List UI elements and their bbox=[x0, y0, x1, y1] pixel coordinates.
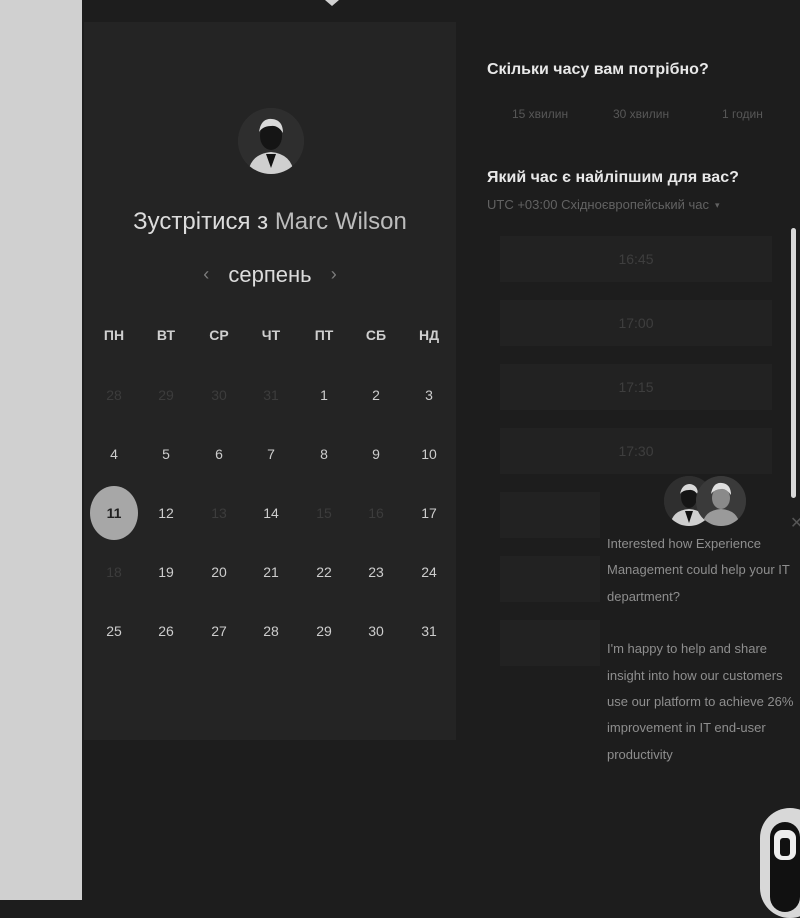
duration-option-15[interactable]: 15 хвилин bbox=[512, 107, 568, 121]
calendar-day[interactable]: 9 bbox=[353, 431, 399, 477]
calendar-day: 31 bbox=[263, 387, 279, 403]
chat-message-line: improvement in IT end-user bbox=[607, 720, 766, 735]
chat-widget-icon-part bbox=[780, 838, 790, 856]
calendar-day[interactable]: 5 bbox=[143, 431, 189, 477]
chat-message-line: use our platform to achieve 26% bbox=[607, 694, 794, 709]
calendar-day[interactable]: 28 bbox=[248, 608, 294, 654]
left-gray-strip bbox=[0, 0, 82, 900]
title-prefix: Зустрітися з bbox=[133, 208, 269, 235]
duration-option-30[interactable]: 30 хвилин bbox=[613, 107, 669, 121]
weekday-header: СР bbox=[209, 327, 229, 343]
chat-message-line: I'm happy to help and share bbox=[607, 641, 768, 656]
host-avatar bbox=[238, 108, 304, 174]
host-name: Marc Wilson bbox=[274, 208, 407, 235]
time-slot[interactable]: 16:45 bbox=[500, 236, 772, 282]
weekday-header: ВТ bbox=[156, 327, 176, 343]
calendar-day[interactable]: 30 bbox=[353, 608, 399, 654]
calendar-day[interactable]: 10 bbox=[406, 431, 452, 477]
calendar-day-selected[interactable]: 11 bbox=[90, 486, 138, 540]
chat-message-line: Management could help your IT bbox=[607, 562, 790, 577]
weekday-header: ПН bbox=[103, 327, 125, 343]
calendar-day[interactable]: 17 bbox=[406, 490, 452, 536]
calendar-day[interactable]: 7 bbox=[248, 431, 294, 477]
calendar-day[interactable]: 14 bbox=[248, 490, 294, 536]
calendar-panel: Зустрітися з Marc Wilson ‹ серпень › ПН … bbox=[84, 22, 456, 740]
month-label: серпень bbox=[228, 262, 312, 287]
top-pointer-decoration bbox=[318, 0, 346, 6]
calendar-day: 28 bbox=[106, 387, 122, 403]
previous-month-button[interactable]: ‹ bbox=[196, 264, 216, 285]
time-slot[interactable] bbox=[500, 556, 600, 602]
calendar-day: 16 bbox=[368, 505, 384, 521]
calendar-day: 30 bbox=[211, 387, 227, 403]
calendar-day[interactable]: 21 bbox=[248, 549, 294, 595]
time-slot[interactable]: 17:15 bbox=[500, 364, 772, 410]
time-slot[interactable] bbox=[500, 620, 600, 666]
calendar-day: 18 bbox=[106, 564, 122, 580]
calendar-day[interactable]: 4 bbox=[91, 431, 137, 477]
duration-option-60[interactable]: 1 годин bbox=[722, 107, 763, 121]
duration-question: Скільки часу вам потрібно? bbox=[487, 61, 709, 78]
time-slot[interactable]: 17:00 bbox=[500, 300, 772, 346]
calendar-day: 13 bbox=[211, 505, 227, 521]
calendar-day[interactable]: 25 bbox=[91, 608, 137, 654]
next-month-button[interactable]: › bbox=[324, 264, 344, 285]
chat-widget-button[interactable] bbox=[760, 808, 800, 918]
calendar-day[interactable]: 29 bbox=[301, 608, 347, 654]
calendar-day[interactable]: 12 bbox=[143, 490, 189, 536]
timezone-select[interactable]: UTC +03:00 Східноєвропейський час ▾ bbox=[487, 197, 720, 212]
calendar-day[interactable]: 19 bbox=[143, 549, 189, 595]
calendar-day[interactable]: 3 bbox=[406, 372, 452, 418]
time-slots-scrollbar[interactable] bbox=[791, 228, 796, 498]
calendar-day[interactable]: 26 bbox=[143, 608, 189, 654]
calendar-day[interactable]: 22 bbox=[301, 549, 347, 595]
chat-message-line: Interested how Experience bbox=[607, 536, 761, 551]
calendar-day[interactable]: 27 bbox=[196, 608, 242, 654]
calendar-day: 15 bbox=[316, 505, 332, 521]
timezone-label: UTC +03:00 Східноєвропейський час bbox=[487, 197, 709, 212]
calendar-day[interactable]: 8 bbox=[301, 431, 347, 477]
calendar-day: 29 bbox=[158, 387, 174, 403]
chat-message-line: productivity bbox=[607, 747, 673, 762]
chevron-down-icon: ▾ bbox=[714, 200, 720, 210]
calendar-day[interactable]: 2 bbox=[353, 372, 399, 418]
calendar-day[interactable]: 24 bbox=[406, 549, 452, 595]
chat-message-line: department? bbox=[607, 589, 680, 604]
time-question: Який час є найліпшим для вас? bbox=[487, 169, 739, 186]
close-icon[interactable]: ✕ bbox=[790, 513, 800, 533]
calendar-day[interactable]: 20 bbox=[196, 549, 242, 595]
month-navigation: ‹ серпень › bbox=[84, 262, 456, 288]
chat-agent-avatar bbox=[696, 476, 746, 526]
calendar-day[interactable]: 1 bbox=[301, 372, 347, 418]
time-slot[interactable]: 17:30 bbox=[500, 428, 772, 474]
weekday-header: НД bbox=[418, 327, 440, 343]
calendar-day[interactable]: 31 bbox=[406, 608, 452, 654]
chat-message-line: insight into how our customers bbox=[607, 668, 783, 683]
time-slot[interactable] bbox=[500, 492, 600, 538]
weekday-header: ПТ bbox=[314, 327, 334, 343]
meeting-title: Зустрітися з Marc Wilson bbox=[84, 208, 456, 236]
weekday-header: ЧТ bbox=[261, 327, 281, 343]
calendar-day[interactable]: 23 bbox=[353, 549, 399, 595]
calendar-day[interactable]: 6 bbox=[196, 431, 242, 477]
weekday-header: СБ bbox=[365, 327, 387, 343]
